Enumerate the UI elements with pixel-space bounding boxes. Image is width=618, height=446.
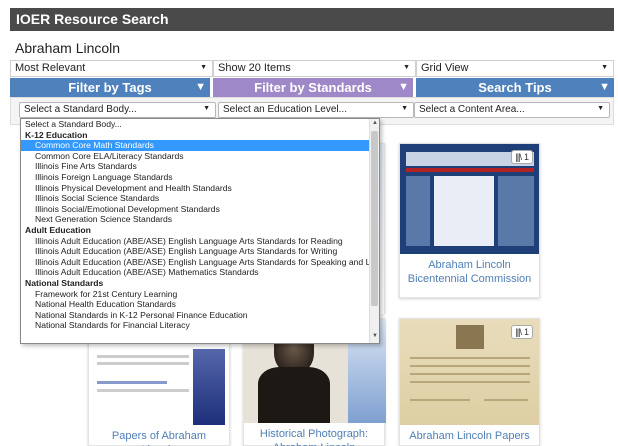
scroll-down-icon[interactable]: ▼ (370, 333, 379, 342)
result-card-lincoln-papers[interactable]: |||\ 1 Abraham Lincoln Papers (399, 318, 540, 446)
dropdown-option[interactable]: Illinois Adult Education (ABE/ASE) Engli… (21, 246, 370, 257)
dropdown-option[interactable]: Illinois Fine Arts Standards (21, 161, 370, 172)
result-title[interactable]: Papers of Abraham Lincoln (89, 429, 229, 446)
tab-search-tips[interactable]: Search Tips ▼ (416, 78, 614, 97)
standard-body-select[interactable]: Select a Standard Body... ▼ (19, 102, 216, 118)
result-title[interactable]: Abraham Lincoln Papers (400, 429, 539, 443)
standard-body-options: Select a Standard Body... K-12 Education C… (21, 119, 370, 331)
tab-filter-by-tags[interactable]: Filter by Tags ▼ (10, 78, 210, 97)
chevron-down-icon: ▼ (401, 105, 408, 112)
app-title-bar: IOER Resource Search (10, 8, 614, 31)
tab-filter-by-standards-label: Filter by Standards (254, 80, 372, 95)
dropdown-option[interactable]: Illinois Social Science Standards (21, 193, 370, 204)
tab-search-tips-label: Search Tips (478, 80, 552, 95)
content-area-value: Select a Content Area... (419, 104, 525, 115)
chevron-down-icon: ▼ (200, 64, 207, 71)
chevron-down-icon: ▼ (601, 64, 608, 71)
dropdown-option[interactable]: National Health Education Standards (21, 299, 370, 310)
result-card-bicentennial[interactable]: |||\ 1 Abraham Lincoln Bicentennial Commi… (399, 143, 540, 298)
education-level-select[interactable]: Select an Education Level... ▼ (218, 102, 414, 118)
items-per-page-select[interactable]: Show 20 Items ▼ (213, 60, 416, 77)
result-title[interactable]: Historical Photograph: Abraham Lincoln (244, 427, 384, 446)
dropdown-option[interactable]: National Standards in K-12 Personal Fina… (21, 310, 370, 321)
scroll-up-icon[interactable]: ▲ (370, 120, 379, 129)
tab-filter-by-standards[interactable]: Filter by Standards ▼ (213, 78, 413, 97)
standard-body-value: Select a Standard Body... (24, 104, 137, 115)
scrollbar-thumb[interactable] (371, 131, 378, 306)
chevron-down-icon: ▼ (403, 64, 410, 71)
dropdown-option[interactable]: Illinois Social/Emotional Development St… (21, 204, 370, 215)
dropdown-option[interactable]: Common Core ELA/Literacy Standards (21, 151, 370, 162)
dropdown-option-group: National Standards (25, 277, 104, 288)
dropdown-option[interactable]: Illinois Adult Education (ABE/ASE) Mathe… (21, 267, 370, 278)
library-count-badge[interactable]: |||\ 1 (511, 150, 533, 164)
chevron-down-icon: ▼ (597, 105, 604, 112)
library-icon: |||\ (515, 152, 521, 162)
sort-relevance-select[interactable]: Most Relevant ▼ (10, 60, 213, 77)
view-mode-value: Grid View (421, 62, 469, 74)
dropdown-option-group: K-12 Education (25, 129, 88, 140)
sort-relevance-value: Most Relevant (15, 62, 86, 74)
filter-tabs: Filter by Tags ▼ Filter by Standards ▼ S… (10, 78, 614, 97)
dropdown-option-group: Adult Education (25, 224, 91, 235)
view-mode-select[interactable]: Grid View ▼ (416, 60, 614, 77)
dropdown-option[interactable]: Illinois Physical Development and Health… (21, 183, 370, 194)
dropdown-option[interactable]: Framework for 21st Century Learning (21, 289, 370, 300)
education-level-value: Select an Education Level... (223, 104, 347, 115)
library-count: 1 (523, 327, 529, 337)
dropdown-option[interactable]: Select a Standard Body... (21, 119, 370, 130)
dropdown-option[interactable]: Illinois Adult Education (ABE/ASE) Engli… (21, 236, 370, 247)
library-count: 1 (523, 152, 529, 162)
content-area-select[interactable]: Select a Content Area... ▼ (414, 102, 610, 118)
dropdown-option[interactable]: Next Generation Science Standards (21, 214, 370, 225)
dropdown-option[interactable]: Illinois Adult Education (ABE/ASE) Engli… (21, 257, 370, 268)
chevron-down-icon: ▼ (203, 105, 210, 112)
triangle-down-icon: ▼ (599, 81, 610, 93)
app-title: IOER Resource Search (16, 11, 169, 27)
tab-filter-by-tags-label: Filter by Tags (68, 80, 152, 95)
dropdown-option[interactable]: National Standards for Financial Literac… (21, 320, 370, 331)
library-icon: |||\ (515, 327, 521, 337)
triangle-down-icon: ▼ (195, 81, 206, 93)
result-title[interactable]: Abraham Lincoln Bicentennial Commission (400, 258, 539, 286)
dropdown-option[interactable]: Common Core Math Standards (21, 140, 370, 151)
sort-bar: Most Relevant ▼ Show 20 Items ▼ Grid Vie… (10, 60, 614, 77)
dropdown-option[interactable]: Illinois Foreign Language Standards (21, 172, 370, 183)
search-bar (10, 37, 614, 58)
library-count-badge[interactable]: |||\ 1 (511, 325, 533, 339)
items-per-page-value: Show 20 Items (218, 62, 291, 74)
search-input[interactable] (10, 37, 614, 58)
standard-body-dropdown-list[interactable]: Select a Standard Body... K-12 Education C… (20, 118, 380, 344)
triangle-down-icon: ▼ (398, 81, 409, 93)
dropdown-scrollbar[interactable]: ▲ ▼ (369, 119, 379, 343)
